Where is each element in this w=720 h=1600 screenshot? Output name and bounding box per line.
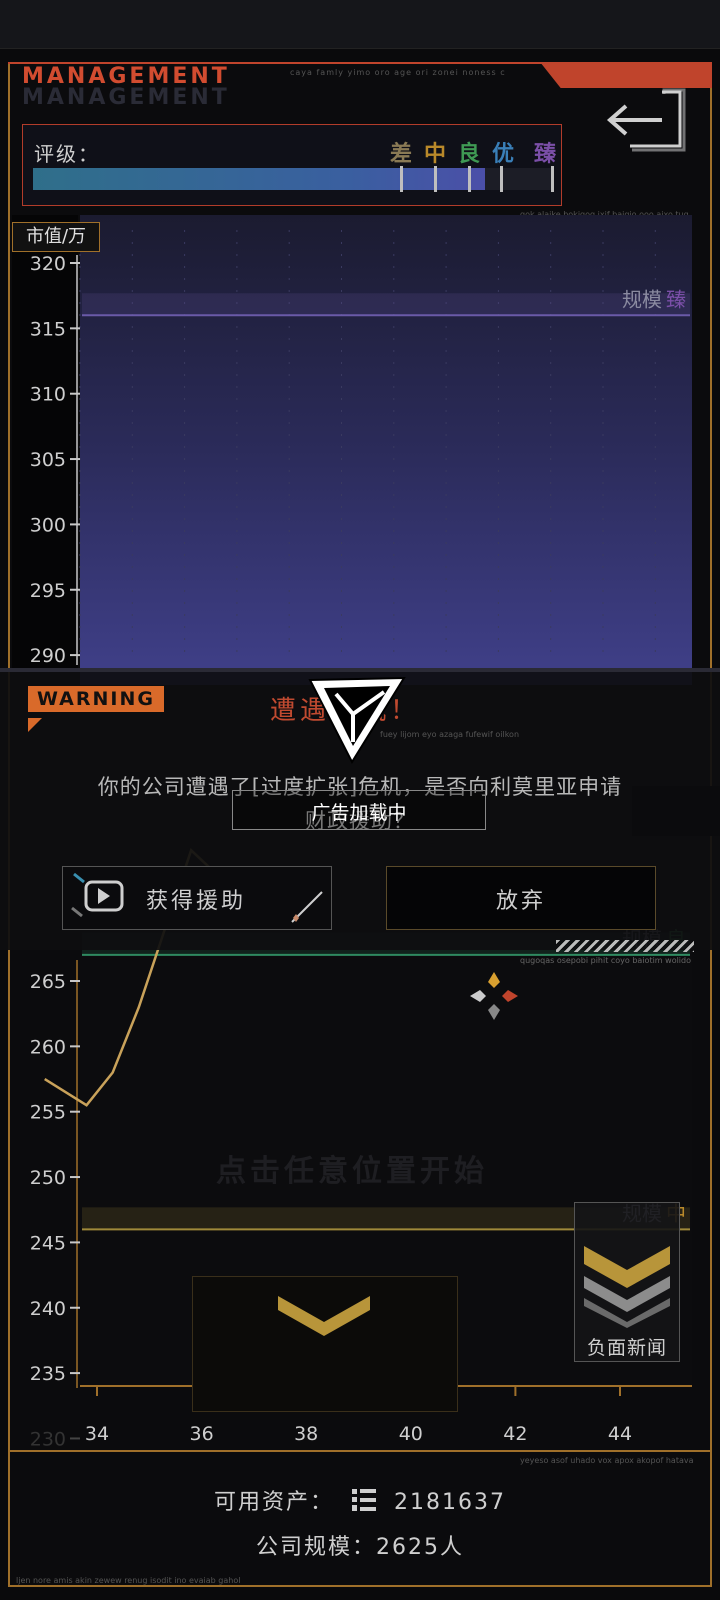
ad-loading-text: 广告加载中: [311, 802, 407, 824]
band-label: 规模: [622, 287, 662, 311]
warning-badge: WARNING: [28, 686, 164, 712]
y-tick-label: 310: [30, 384, 66, 406]
footer-divider: [10, 1450, 710, 1452]
decorative-microtext: ljen nore amis akin zewew renug isodit i…: [16, 1576, 241, 1585]
y-tick-label: 290: [30, 645, 66, 667]
y-tick-label: 260: [30, 1036, 66, 1058]
give-up-label: 放弃: [495, 889, 546, 914]
video-ad-icon: [71, 872, 124, 918]
y-tick-label: 320: [30, 253, 66, 275]
y-tick-label: 295: [30, 580, 66, 602]
emblem-icon: [470, 972, 518, 1020]
scale-label: 公司规模：: [255, 1535, 376, 1560]
y-tick-label: 245: [30, 1232, 66, 1254]
tap-to-start-hint: 点击任意位置开始: [216, 1154, 488, 1189]
chevron-down-icon[interactable]: [278, 1288, 370, 1348]
scale-value: 2625人: [376, 1535, 464, 1560]
right-panel-cover: [632, 786, 720, 836]
get-aid-label: 获得援助: [146, 889, 247, 914]
band-glow: [82, 293, 690, 316]
band-grade: 臻: [666, 287, 686, 311]
hatch-decoration: [556, 940, 694, 952]
available-assets-row: 可用资产： 2181637: [0, 1484, 720, 1516]
y-tick-label: 305: [30, 449, 66, 471]
x-tick-label: 36: [190, 1423, 214, 1445]
y-tick-label: 250: [30, 1167, 66, 1189]
x-tick-label: 34: [85, 1423, 109, 1445]
y-tick-label: 230: [30, 1428, 66, 1450]
negative-news-label: 负面新闻: [586, 1337, 667, 1359]
assets-value: 2181637: [394, 1490, 506, 1515]
y-tick-label: 235: [30, 1363, 66, 1385]
currency-icon: [351, 1487, 377, 1513]
y-tick-label: 265: [30, 971, 66, 993]
x-tick-label: 44: [608, 1423, 632, 1445]
rank-chevrons-icon: [584, 1246, 670, 1328]
x-tick-label: 40: [399, 1423, 423, 1445]
decorative-microtext: qugoqas osepobi pihit coyo baiotim wolid…: [520, 956, 691, 965]
y-tick-label: 255: [30, 1102, 66, 1124]
decorative-microtext: yeyeso asof uhado vox apox akopof hatava: [520, 1456, 694, 1465]
y-tick-label: 300: [30, 514, 66, 536]
loading-spinner-icon: [308, 676, 406, 765]
assets-label: 可用资产：: [214, 1490, 335, 1515]
y-tick-label: 240: [30, 1298, 66, 1320]
x-tick-label: 38: [294, 1423, 318, 1445]
x-tick-label: 42: [503, 1423, 527, 1445]
company-scale-row: 公司规模：2625人: [0, 1529, 720, 1561]
y-tick-label: 315: [30, 318, 66, 340]
sparkle-icon: [291, 891, 323, 923]
